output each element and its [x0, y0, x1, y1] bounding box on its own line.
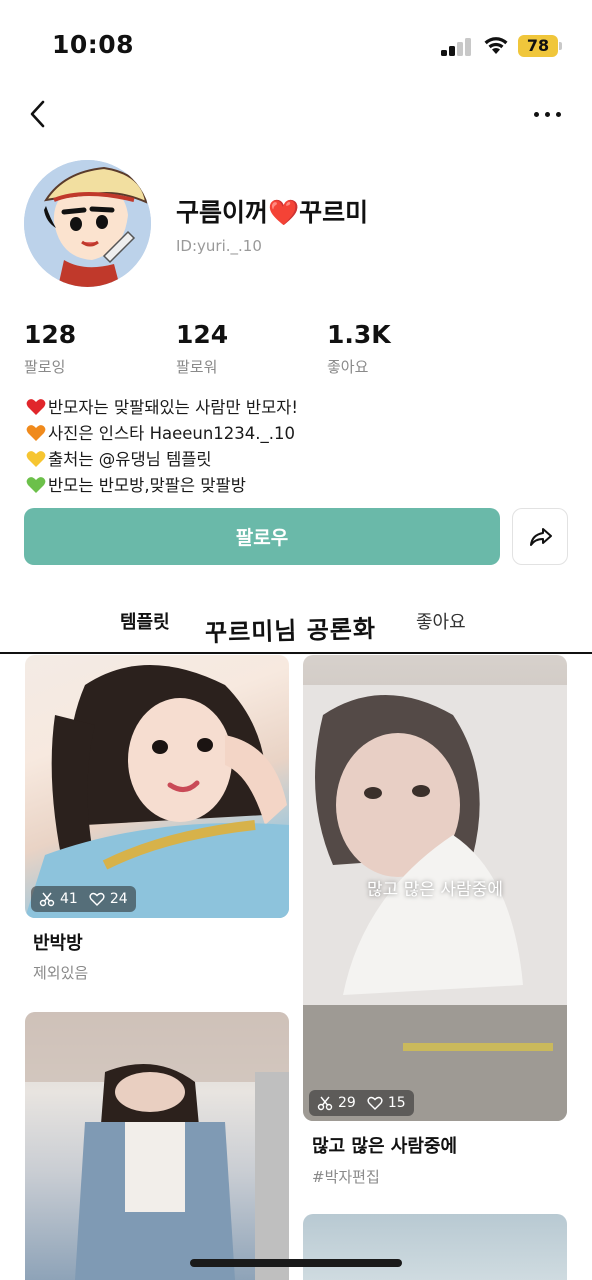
green-heart-icon [26, 477, 46, 493]
card-stats: 41 24 [31, 886, 136, 912]
yellow-heart-icon [26, 451, 46, 467]
home-indicator [190, 1259, 402, 1267]
likes-count: 24 [109, 891, 128, 907]
template-thumbnail[interactable]: 41 24 [25, 655, 289, 918]
share-button[interactable] [512, 508, 568, 565]
stat-value: 124 [176, 320, 229, 349]
bio-text: 반모는 반모방,맞팔은 맞팔방 [48, 476, 246, 495]
heart-outline-icon [89, 892, 105, 906]
red-heart-icon [26, 399, 46, 415]
stat-value: 1.3K [327, 320, 391, 349]
stat-followers[interactable]: 124 팔로워 [176, 320, 228, 377]
orange-heart-icon [26, 425, 46, 441]
uses-count: 41 [60, 891, 78, 907]
user-id: ID:yuri._.10 [176, 237, 262, 255]
template-thumbnail[interactable] [303, 1214, 567, 1280]
card-title[interactable]: 많고 많은 사람중에 [312, 1132, 457, 1158]
status-time: 10:08 [52, 30, 135, 59]
heart-outline-icon [367, 1096, 383, 1110]
status-bar: 10:08 78 [0, 0, 592, 90]
stat-likes: 1.3K 좋아요 [327, 320, 391, 377]
tab-indicator [0, 652, 592, 654]
chevron-left-icon [30, 100, 45, 128]
card-title[interactable]: 반박방 [33, 929, 83, 955]
profile-stats: 128 팔로잉 124 팔로워 1.3K 좋아요 [0, 320, 592, 380]
template-thumbnail[interactable]: 많고 많은 사람중에 29 15 [303, 655, 567, 1121]
likes-count: 15 [387, 1095, 406, 1111]
handwritten-overlay: 꾸르미님 공론화 [204, 614, 377, 648]
bio: 반모자는 맞팔돼있는 사람만 반모자! 사진은 인스타 Haeeun1234._… [26, 395, 298, 499]
cellular-signal-icon [441, 38, 473, 56]
back-button[interactable] [24, 98, 52, 130]
card-stats: 29 15 [309, 1090, 414, 1116]
avatar[interactable] [24, 160, 151, 287]
card-subtitle: #박자편집 [312, 1168, 380, 1186]
battery-icon: 78 [518, 35, 562, 57]
bio-line: 사진은 인스타 Haeeun1234._.10 [26, 421, 298, 447]
stat-label: 팔로워 [176, 358, 218, 376]
wifi-icon [482, 34, 510, 56]
scissors-icon [317, 1096, 333, 1111]
bio-text: 출처는 @유댕님 템플릿 [48, 450, 212, 469]
video-caption: 많고 많은 사람중에 [367, 880, 503, 900]
bio-line: 출처는 @유댕님 템플릿 [26, 447, 298, 473]
stat-label: 좋아요 [327, 358, 369, 376]
battery-percent: 78 [526, 36, 550, 55]
card-subtitle: 제외있음 [33, 964, 89, 982]
bio-line: 반모는 반모방,맞팔은 맞팔방 [26, 473, 298, 499]
tab-likes[interactable]: 좋아요 [416, 608, 466, 634]
bio-text: 사진은 인스타 Haeeun1234._.10 [48, 424, 296, 443]
stat-value: 128 [24, 320, 77, 349]
follow-button[interactable]: 팔로우 [24, 508, 500, 565]
display-name: 구름이꺼❤️꾸르미 [176, 198, 369, 227]
stat-following[interactable]: 128 팔로잉 [24, 320, 76, 377]
template-thumbnail[interactable] [25, 1012, 289, 1280]
more-options-button[interactable] [532, 104, 564, 124]
tab-templates[interactable]: 템플릿 [120, 608, 170, 634]
stat-label: 팔로잉 [24, 358, 66, 376]
uses-count: 29 [338, 1095, 356, 1111]
bio-text: 반모자는 맞팔돼있는 사람만 반모자! [48, 398, 299, 417]
bio-line: 반모자는 맞팔돼있는 사람만 반모자! [26, 395, 298, 421]
scissors-icon [39, 892, 55, 907]
share-arrow-icon [530, 528, 552, 546]
more-dots-icon [534, 112, 539, 117]
